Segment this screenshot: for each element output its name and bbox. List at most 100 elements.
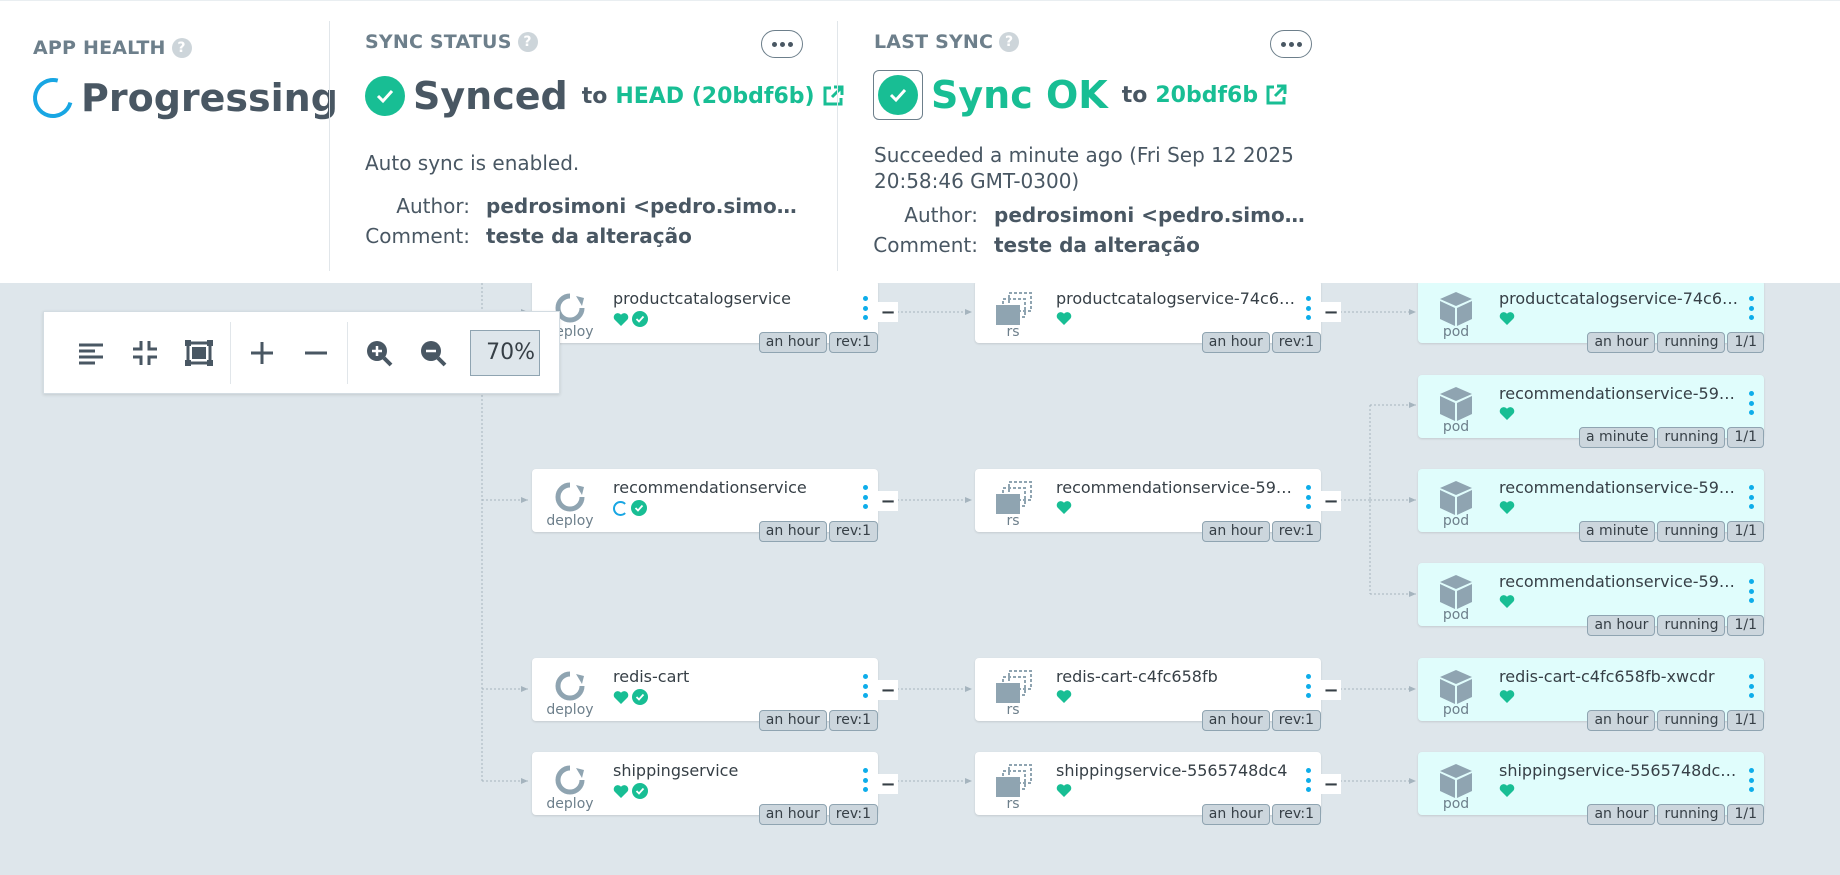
last-sync-revision-link[interactable]: 20bdf6b [1155, 83, 1258, 108]
collapse-all-button[interactable] [289, 326, 343, 380]
node-rs-recommendationservice[interactable]: rs recommendationservice-5966... − an ho… [975, 469, 1341, 542]
node-menu-button[interactable] [1748, 296, 1754, 320]
node-menu-button[interactable] [862, 674, 868, 698]
kind-label: pod [1442, 513, 1470, 529]
node-deploy-productcatalogservice[interactable]: deploy productcatalogservice − an hour r… [532, 280, 898, 353]
node-tags: an hour rev:1 [758, 804, 878, 825]
help-icon[interactable]: ? [171, 38, 192, 58]
sync-status-row: Synced to HEAD (20bdf6b) [365, 74, 845, 118]
node-menu-button[interactable] [1748, 674, 1754, 698]
node-pod-recommendationservice-2[interactable]: pod recommendationservice-5966... a minu… [1418, 469, 1764, 542]
expand-plus-icon [251, 341, 273, 364]
node-name[interactable]: productcatalogservice [613, 289, 853, 308]
node-status [1499, 594, 1515, 609]
last-sync-header: LAST SYNC ? [874, 31, 1020, 53]
node-menu-button[interactable] [1748, 485, 1754, 509]
app-health-label: APP HEALTH [33, 37, 166, 59]
help-icon[interactable]: ? [517, 32, 538, 52]
deployment-icon [555, 765, 585, 795]
age-tag: an hour [758, 332, 827, 353]
node-name[interactable]: recommendationservice-5966... [1499, 384, 1739, 403]
zoom-in-button[interactable] [352, 326, 406, 380]
last-sync-value: Sync OK [931, 73, 1108, 117]
node-menu-button[interactable] [862, 296, 868, 320]
node-name[interactable]: shippingservice-5565748dc4-... [1499, 761, 1739, 780]
sync-status-more-button[interactable] [761, 30, 803, 58]
zoom-out-button[interactable] [406, 326, 460, 380]
node-menu-button[interactable] [1305, 296, 1311, 320]
node-menu-button[interactable] [1305, 768, 1311, 792]
node-deploy-recommendationservice[interactable]: deploy recommendationservice − an hour r… [532, 469, 898, 542]
heart-icon [1056, 312, 1072, 325]
fit-screen-icon [185, 339, 213, 366]
collapse-button[interactable]: − [878, 302, 898, 323]
node-name[interactable]: productcatalogservice-74c67... [1056, 289, 1296, 308]
node-name[interactable]: recommendationservice [613, 478, 853, 497]
pod-cube-icon [1440, 670, 1472, 704]
revision-tag: rev:1 [1271, 332, 1321, 353]
node-pod-productcatalogservice[interactable]: pod productcatalogservice-74c67... an ho… [1418, 280, 1764, 353]
pod-cube-icon [1440, 764, 1472, 798]
node-name[interactable]: shippingservice-5565748dc4 [1056, 761, 1296, 780]
collapse-button[interactable]: − [1321, 491, 1341, 512]
node-pod-recommendationservice-3[interactable]: pod recommendationservice-5966... an hou… [1418, 563, 1764, 636]
ready-tag: 1/1 [1727, 521, 1764, 542]
node-rs-redis-cart[interactable]: rs redis-cart-c4fc658fb − an hour rev:1 [975, 658, 1341, 731]
collapse-button[interactable]: − [878, 491, 898, 512]
replicaset-icon [996, 481, 1032, 514]
collapse-button[interactable]: − [1321, 680, 1341, 701]
node-menu-button[interactable] [1305, 674, 1311, 698]
deployment-icon [555, 482, 585, 512]
sync-revision-link[interactable]: HEAD (20bdf6b) [615, 84, 814, 109]
last-sync-more-button[interactable] [1270, 30, 1312, 58]
help-icon[interactable]: ? [999, 32, 1020, 52]
node-name[interactable]: redis-cart-c4fc658fb-xwcdr [1499, 667, 1739, 686]
kind-label: deploy [546, 702, 594, 718]
node-name[interactable]: redis-cart-c4fc658fb [1056, 667, 1296, 686]
node-menu-button[interactable] [1748, 579, 1754, 603]
node-name[interactable]: redis-cart [613, 667, 853, 686]
node-deploy-redis-cart[interactable]: deploy redis-cart − an hour rev:1 [532, 658, 898, 731]
node-name[interactable]: recommendationservice-5966... [1499, 478, 1739, 497]
zoom-level-input[interactable]: 70% [470, 329, 540, 376]
external-link-icon[interactable] [1264, 83, 1288, 107]
node-menu-button[interactable] [862, 768, 868, 792]
collapse-button[interactable]: − [878, 774, 898, 795]
kind-label: pod [1442, 702, 1470, 718]
node-name[interactable]: productcatalogservice-74c67... [1499, 289, 1739, 308]
node-menu-button[interactable] [1748, 391, 1754, 415]
ready-tag: 1/1 [1727, 804, 1764, 825]
node-rs-shippingservice[interactable]: rs shippingservice-5565748dc4 − an hour … [975, 752, 1341, 825]
node-menu-button[interactable] [862, 485, 868, 509]
node-name[interactable]: recommendationservice-5966... [1499, 572, 1739, 591]
check-circle-icon [632, 689, 648, 705]
external-link-icon[interactable] [821, 84, 845, 108]
node-status [1056, 311, 1072, 326]
collapse-button[interactable]: − [878, 680, 898, 701]
heart-icon [1499, 784, 1515, 797]
node-rs-productcatalogservice[interactable]: rs productcatalogservice-74c67... − an h… [975, 280, 1341, 353]
node-pod-recommendationservice-1[interactable]: pod recommendationservice-5966... a minu… [1418, 375, 1764, 448]
collapse-button[interactable]: − [1321, 302, 1341, 323]
node-pod-redis-cart[interactable]: pod redis-cart-c4fc658fb-xwcdr an hour r… [1418, 658, 1764, 731]
node-tags: an hour rev:1 [1201, 521, 1321, 542]
sync-ok-check-icon [878, 75, 918, 115]
node-tags: an hour rev:1 [758, 710, 878, 731]
align-left-button[interactable] [64, 326, 118, 380]
expand-all-button[interactable] [235, 326, 289, 380]
node-deploy-shippingservice[interactable]: deploy shippingservice − an hour rev:1 [532, 752, 898, 825]
node-name[interactable]: shippingservice [613, 761, 853, 780]
collapse-button[interactable]: − [1321, 774, 1341, 795]
node-menu-button[interactable] [1305, 485, 1311, 509]
revision-tag: rev:1 [1271, 521, 1321, 542]
node-tags: an hour running 1/1 [1587, 804, 1764, 825]
fit-screen-button[interactable] [172, 326, 226, 380]
node-tags: an hour rev:1 [758, 332, 878, 353]
age-tag: an hour [1587, 804, 1656, 825]
node-pod-shippingservice[interactable]: pod shippingservice-5565748dc4-... an ho… [1418, 752, 1764, 825]
phase-tag: running [1657, 427, 1726, 448]
phase-tag: running [1657, 521, 1726, 542]
node-name[interactable]: recommendationservice-5966... [1056, 478, 1296, 497]
compress-button[interactable] [118, 326, 172, 380]
node-menu-button[interactable] [1748, 768, 1754, 792]
